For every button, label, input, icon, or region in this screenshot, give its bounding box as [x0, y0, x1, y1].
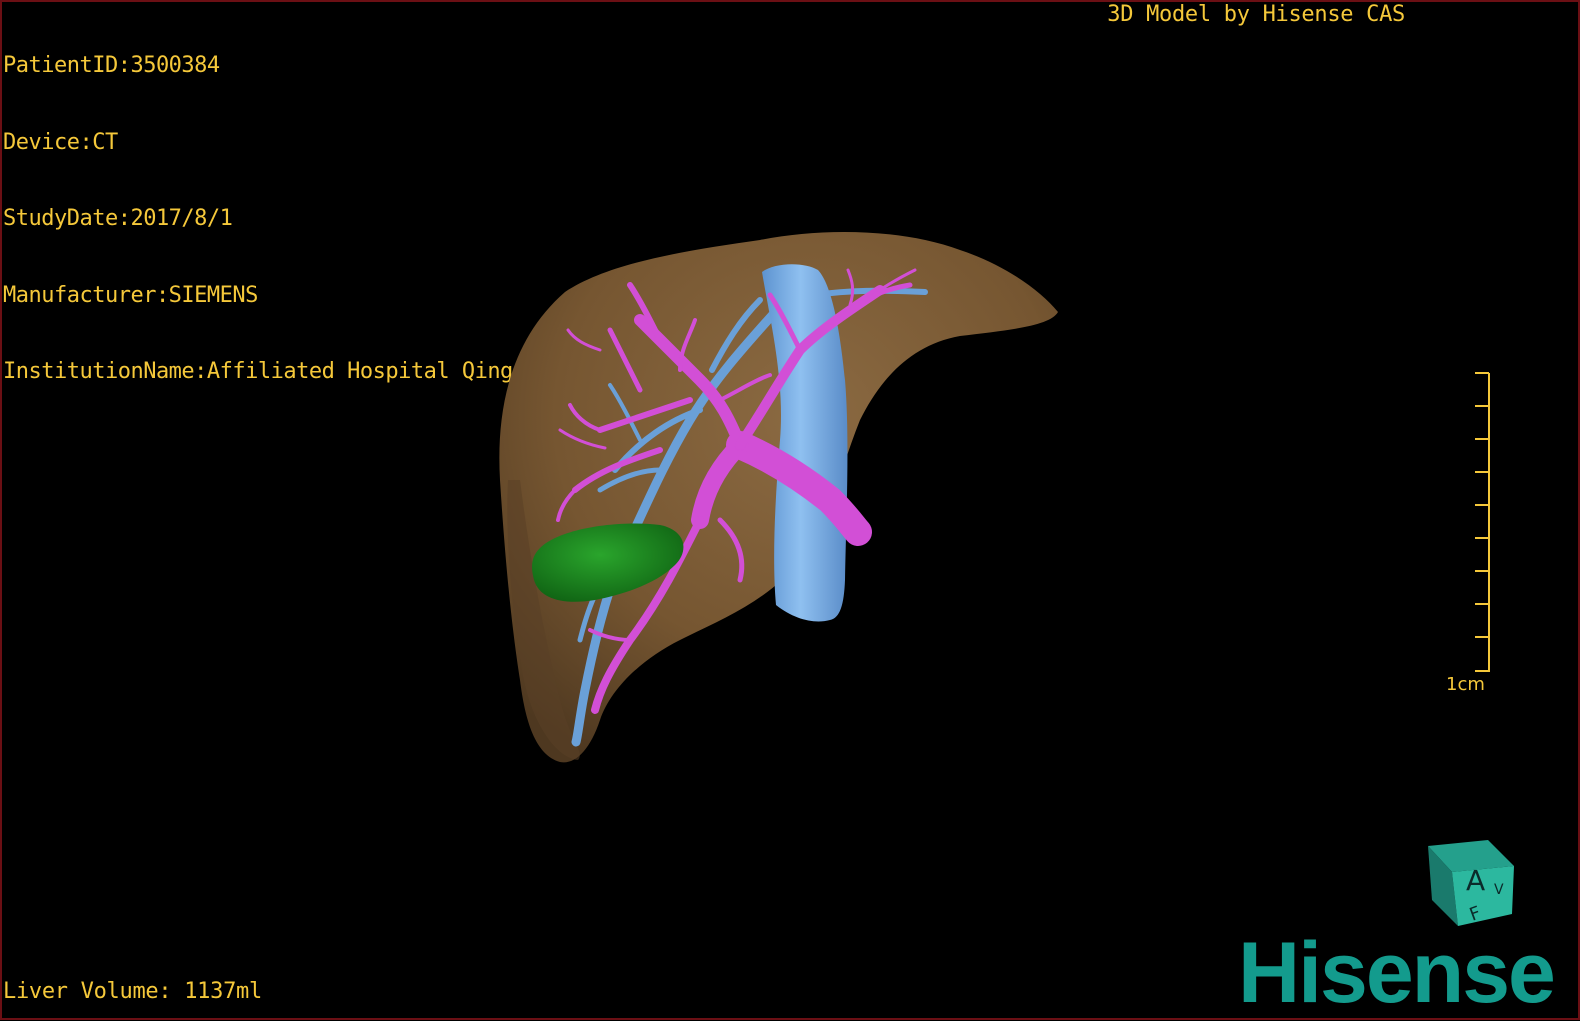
scale-bar-label: 1cm — [1446, 674, 1485, 695]
hisense-logo: Hisense — [1238, 925, 1556, 1021]
scale-bar-icon — [1475, 372, 1490, 672]
liver-3d-model[interactable] — [0, 0, 1580, 1020]
cube-face-a: A — [1466, 864, 1485, 897]
liver-volume-text: Liver Volume: 1137ml — [3, 979, 262, 1004]
cube-face-v: V — [1494, 882, 1504, 898]
orientation-cube-icon[interactable]: A F V — [1422, 836, 1522, 936]
